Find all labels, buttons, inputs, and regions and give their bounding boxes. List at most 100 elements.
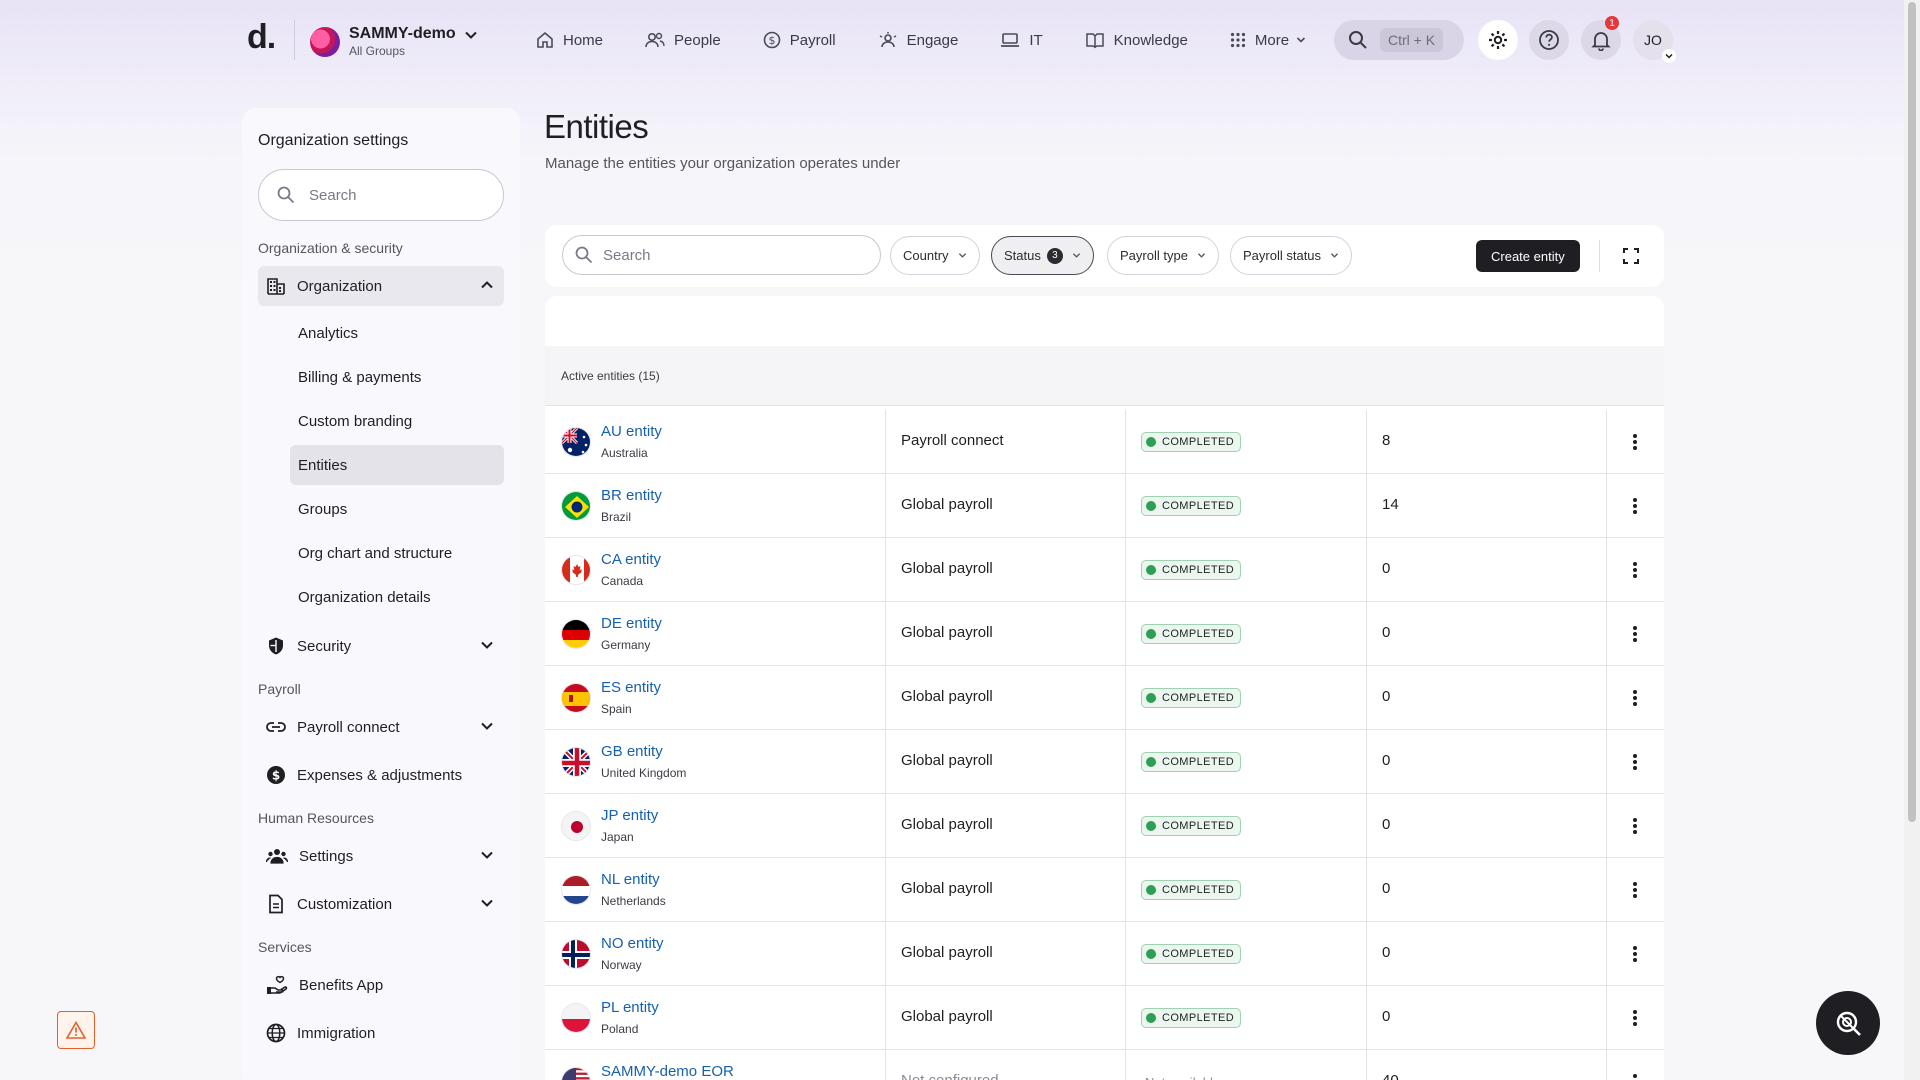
column-divider — [1366, 794, 1367, 858]
filter-payroll-type[interactable]: Payroll type — [1107, 236, 1219, 275]
settings-sidebar: Organization settings Search Organizatio… — [242, 108, 520, 1080]
organization-switcher[interactable]: SAMMY-demo All Groups — [310, 22, 478, 62]
sidebar-item-groups[interactable]: Groups — [290, 489, 504, 529]
sidebar-item-entities[interactable]: Entities — [290, 445, 504, 485]
people-icon — [645, 32, 665, 48]
filter-payroll-status[interactable]: Payroll status — [1230, 236, 1353, 275]
nav-knowledge[interactable]: Knowledge — [1085, 31, 1188, 49]
nav-payroll[interactable]: $ Payroll — [763, 31, 836, 49]
notifications-button[interactable]: 1 — [1581, 16, 1621, 60]
scrollbar-thumb[interactable] — [1908, 2, 1916, 822]
filter-label: Country — [903, 248, 949, 263]
create-entity-button[interactable]: Create entity — [1476, 240, 1580, 272]
row-actions-button[interactable] — [1623, 814, 1647, 838]
entity-count: 14 — [1382, 496, 1399, 513]
deel-logo[interactable]: d. — [247, 18, 276, 57]
sidebar-item-org-chart[interactable]: Org chart and structure — [290, 533, 504, 573]
sidebar-item-security[interactable]: Security — [258, 626, 504, 666]
entities-search-input[interactable]: Search — [562, 235, 881, 275]
column-divider — [1125, 602, 1126, 666]
sidebar-search-input[interactable]: Search — [258, 169, 504, 221]
status-text: COMPLETED — [1162, 692, 1235, 704]
status-dot-icon — [1146, 821, 1156, 831]
entity-name-link[interactable]: GB entity — [601, 743, 663, 760]
entity-count: 0 — [1382, 880, 1391, 897]
column-divider — [885, 666, 886, 730]
row-actions-button[interactable] — [1623, 750, 1647, 774]
payroll-type: Global payroll — [901, 880, 993, 897]
row-actions-button[interactable] — [1623, 878, 1647, 902]
sidebar-item-benefits-app[interactable]: Benefits App — [258, 965, 504, 1005]
status-text: COMPLETED — [1162, 628, 1235, 640]
sidebar-item-billing[interactable]: Billing & payments — [290, 357, 504, 397]
column-divider — [885, 1050, 886, 1080]
entity-name-link[interactable]: NL entity — [601, 871, 660, 888]
page-title: Entities — [544, 108, 649, 145]
nav-engage[interactable]: Engage — [878, 31, 958, 49]
table-row[interactable]: NO entity Norway Global payroll COMPLETE… — [545, 922, 1664, 986]
table-row[interactable]: PL entity Poland Global payroll COMPLETE… — [545, 986, 1664, 1050]
entity-name-link[interactable]: SAMMY-demo EOR — [601, 1063, 734, 1080]
warning-button[interactable] — [57, 1011, 95, 1049]
sidebar-item-expenses[interactable]: $ Expenses & adjustments — [258, 755, 504, 795]
table-row[interactable]: BR entity Brazil Global payroll COMPLETE… — [545, 474, 1664, 538]
table-row[interactable]: ES entity Spain Global payroll COMPLETED… — [545, 666, 1664, 730]
page-scrollbar[interactable] — [1904, 0, 1920, 1080]
status-text: COMPLETED — [1162, 436, 1235, 448]
entity-name-link[interactable]: CA entity — [601, 551, 661, 568]
entity-name-link[interactable]: ES entity — [601, 679, 661, 696]
sidebar-item-customization[interactable]: Customization — [258, 884, 504, 924]
filter-status[interactable]: Status 3 — [991, 236, 1094, 275]
assistant-button[interactable] — [1816, 991, 1880, 1055]
row-actions-button[interactable] — [1623, 558, 1647, 582]
table-row[interactable]: JP entity Japan Global payroll COMPLETED… — [545, 794, 1664, 858]
row-actions-button[interactable] — [1623, 430, 1647, 454]
org-group: All Groups — [349, 44, 406, 58]
entity-name-link[interactable]: AU entity — [601, 423, 662, 440]
table-row[interactable]: NL entity Netherlands Global payroll COM… — [545, 858, 1664, 922]
nav-people[interactable]: People — [645, 31, 721, 49]
settings-button[interactable] — [1478, 20, 1518, 60]
home-icon — [537, 31, 553, 48]
sidebar-item-org-details[interactable]: Organization details — [290, 577, 504, 617]
filter-country[interactable]: Country — [890, 236, 980, 275]
sidebar-item-organization[interactable]: Organization — [258, 266, 504, 306]
sidebar-item-custom-branding[interactable]: Custom branding — [290, 401, 504, 441]
table-row[interactable]: CA entity Canada Global payroll COMPLETE… — [545, 538, 1664, 602]
row-actions-button[interactable] — [1623, 494, 1647, 518]
sidebar-item-payroll-connect[interactable]: Payroll connect — [258, 707, 504, 747]
table-row[interactable]: GB entity United Kingdom Global payroll … — [545, 730, 1664, 794]
row-actions-button[interactable] — [1623, 622, 1647, 646]
nav-it[interactable]: IT — [1000, 31, 1043, 49]
entity-name-link[interactable]: PL entity — [601, 999, 659, 1016]
sidebar-item-hr-settings[interactable]: Settings — [258, 836, 504, 876]
table-row[interactable]: AU entity Australia Payroll connect COMP… — [545, 410, 1664, 474]
entity-name-link[interactable]: BR entity — [601, 487, 662, 504]
table-row[interactable]: SAMMY-demo EOR Not configured Not availa… — [545, 1050, 1664, 1080]
nav-payroll-label: Payroll — [789, 31, 836, 49]
table-row[interactable]: DE entity Germany Global payroll COMPLET… — [545, 602, 1664, 666]
entity-name-link[interactable]: JP entity — [601, 807, 658, 824]
row-actions-button[interactable] — [1623, 1006, 1647, 1030]
sidebar-item-label: Security — [297, 637, 352, 655]
column-divider — [885, 922, 886, 986]
gear-icon — [1489, 31, 1507, 49]
help-button[interactable] — [1529, 20, 1569, 60]
status-dot-icon — [1146, 501, 1156, 511]
user-menu-button[interactable]: JO — [1633, 20, 1676, 63]
entity-count: 40 — [1382, 1072, 1399, 1080]
row-actions-button[interactable] — [1623, 1070, 1647, 1080]
row-actions-button[interactable] — [1623, 942, 1647, 966]
entity-name-link[interactable]: DE entity — [601, 615, 662, 632]
fullscreen-button[interactable] — [1617, 242, 1645, 270]
row-actions-button[interactable] — [1623, 686, 1647, 710]
sidebar-item-immigration[interactable]: Immigration — [258, 1013, 504, 1053]
grid-icon — [1230, 32, 1245, 48]
nav-more[interactable]: More — [1230, 32, 1306, 49]
sidebar-item-analytics[interactable]: Analytics — [290, 313, 504, 353]
column-divider — [1366, 538, 1367, 602]
nav-home[interactable]: Home — [536, 31, 603, 49]
entity-name-link[interactable]: NO entity — [601, 935, 664, 952]
global-search-button[interactable]: Ctrl + K — [1334, 20, 1464, 60]
payroll-type: Not configured — [901, 1072, 999, 1080]
